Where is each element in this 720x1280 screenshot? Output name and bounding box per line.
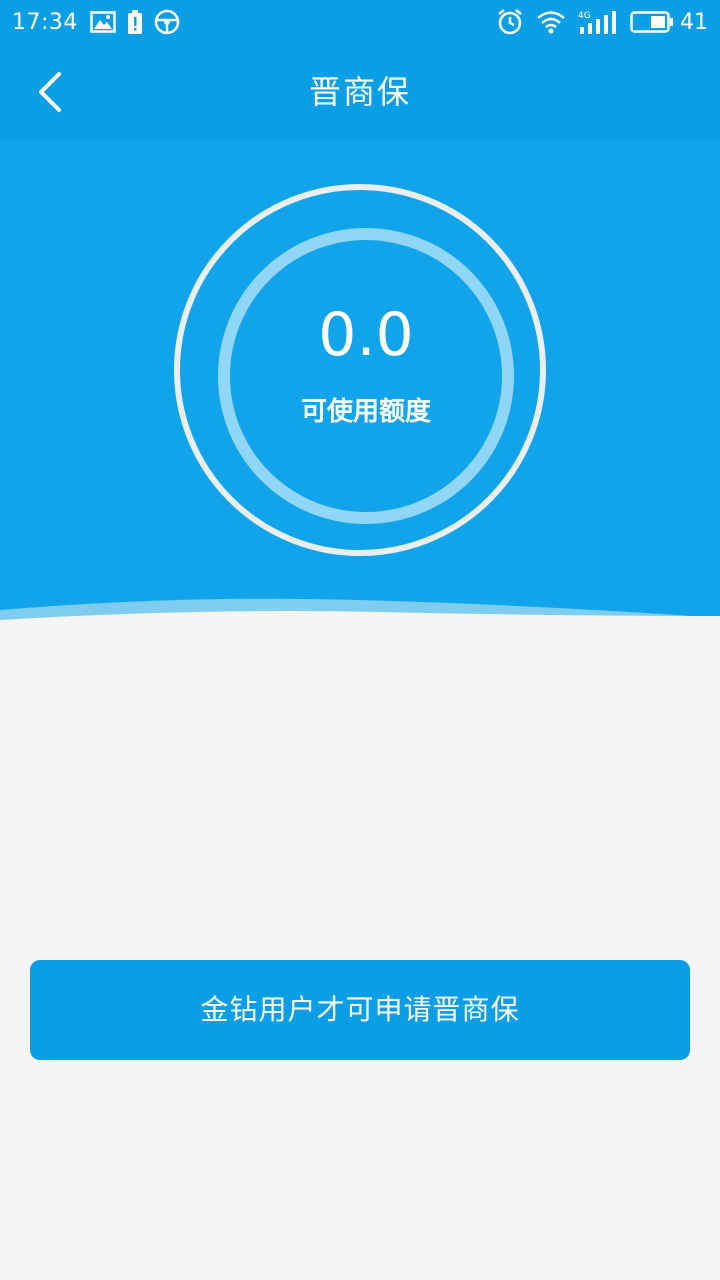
nav-bar: 晋商保 — [0, 44, 720, 140]
wifi-icon — [536, 10, 566, 34]
chevron-left-icon — [35, 70, 65, 114]
status-bar: 17:34 4G 41 — [0, 0, 720, 44]
page-title: 晋商保 — [308, 73, 411, 111]
status-time: 17:34 — [12, 9, 78, 35]
battery-level: 41 — [680, 9, 708, 35]
credit-hero: 0.0 可使用额度 — [0, 140, 720, 630]
image-icon — [90, 11, 116, 33]
available-credit-label: 可使用额度 — [300, 397, 431, 427]
battery-alert-icon — [127, 10, 142, 34]
signal-4g-icon: 4G — [578, 9, 618, 35]
alarm-icon — [496, 8, 524, 36]
network-label: 4G — [578, 11, 591, 21]
status-right-group: 4G 41 — [496, 0, 708, 44]
back-button[interactable] — [22, 64, 78, 120]
available-credit-value: 0.0 — [318, 300, 414, 370]
steering-wheel-icon — [154, 9, 180, 35]
status-left-group: 17:34 — [12, 0, 180, 44]
battery-icon — [630, 11, 674, 33]
gauge-inner-ring — [218, 228, 514, 524]
apply-button[interactable]: 金钻用户才可申请晋商保 — [30, 960, 690, 1060]
